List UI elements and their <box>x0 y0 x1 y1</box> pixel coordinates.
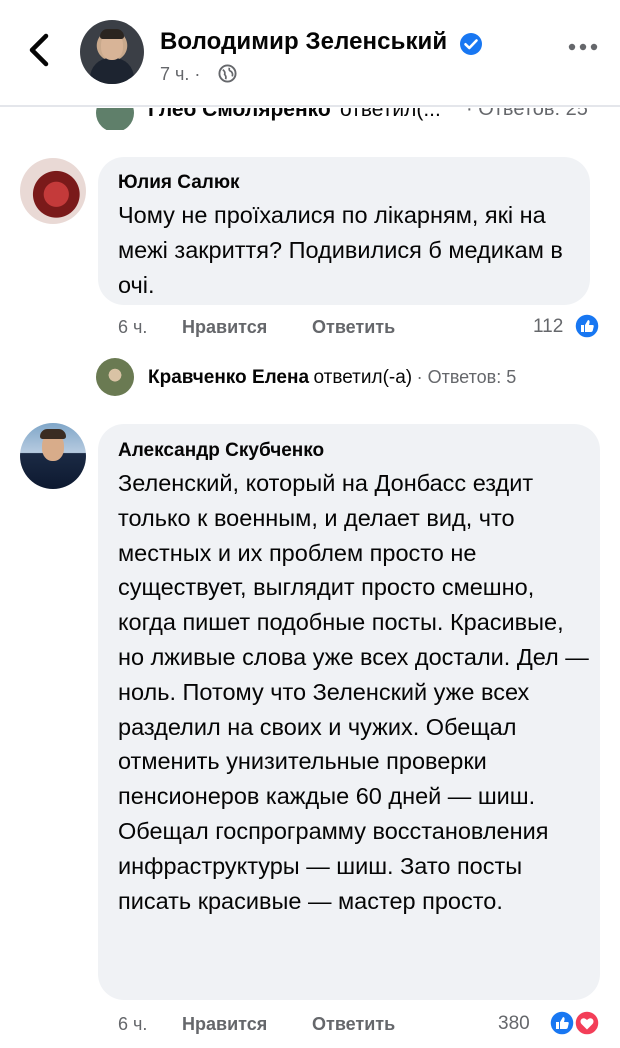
reply-count: · Ответов: 25 <box>466 108 588 120</box>
author-name[interactable]: Володимир Зеленський <box>160 28 447 56</box>
reply-button[interactable]: Ответить <box>312 317 395 338</box>
reply-verb: ответил(... <box>340 108 441 121</box>
post-time: 7 ч. · <box>160 64 201 84</box>
comment-author[interactable]: Александр Скубченко <box>118 440 324 462</box>
commenter-avatar[interactable] <box>20 423 86 489</box>
verified-badge-icon <box>460 33 482 55</box>
back-chevron-icon[interactable] <box>22 30 56 70</box>
like-reaction-icon <box>574 313 600 339</box>
like-reaction-icon <box>549 1010 575 1036</box>
love-reaction-icon <box>574 1010 600 1036</box>
reaction-count[interactable]: 112 <box>533 316 563 338</box>
like-button[interactable]: Нравится <box>182 1014 267 1035</box>
comment-time: 6 ч. <box>118 317 148 337</box>
reply-avatar[interactable] <box>96 358 134 396</box>
author-avatar[interactable] <box>80 20 144 84</box>
comment-time: 6 ч. <box>118 1014 148 1034</box>
reply-thread-link[interactable]: Кравченко Елена ответил(-а) · Ответов: 5 <box>148 367 516 389</box>
reply-verb: ответил(-а) <box>313 367 413 388</box>
reaction-count[interactable]: 380 <box>498 1013 530 1035</box>
comment-text: Зеленский, который на Донбасс ездит толь… <box>118 470 589 914</box>
commenter-avatar[interactable] <box>20 158 86 224</box>
globe-icon <box>218 64 237 83</box>
reply-author: Глеб Смоляренко <box>148 108 331 121</box>
comment-author[interactable]: Юлия Салюк <box>118 172 240 194</box>
more-icon[interactable] <box>566 42 600 52</box>
reply-avatar <box>96 108 134 130</box>
reply-author: Кравченко Елена <box>148 367 310 388</box>
reply-thread-link-partial[interactable]: Глеб Смоляренко ответил(... · Ответов: 2… <box>0 108 620 130</box>
reply-button[interactable]: Ответить <box>312 1014 395 1035</box>
header-divider <box>0 105 620 107</box>
comment-text: Чому не проїхалися по лікарням, які на м… <box>118 202 563 298</box>
reply-count: · Ответов: 5 <box>416 367 517 387</box>
like-button[interactable]: Нравится <box>182 317 267 338</box>
